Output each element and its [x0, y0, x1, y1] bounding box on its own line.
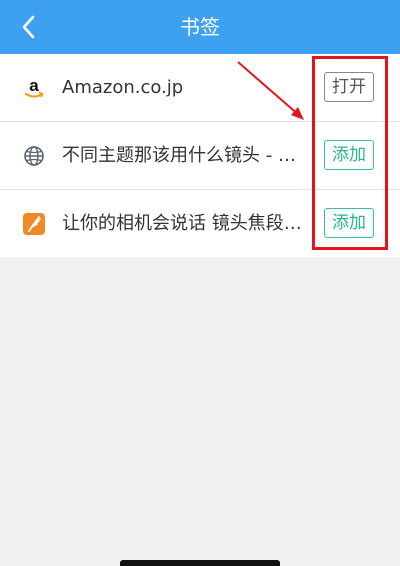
page-title: 书签: [180, 15, 220, 39]
bookmark-title: Amazon.co.jp: [62, 77, 184, 98]
bookmark-title: 让你的相机会说话 镜头焦段的…: [62, 213, 310, 234]
amazon-logo-icon: a: [25, 76, 44, 98]
header-bar: 书签: [0, 0, 400, 54]
annotation-highlight-box: [312, 56, 388, 250]
orange-feather-app-icon: [23, 213, 45, 235]
svg-text:a: a: [29, 76, 39, 95]
bookmark-title: 不同主题那该用什么镜头 - 手…: [62, 145, 310, 166]
home-indicator: [120, 560, 280, 566]
globe-icon: [24, 146, 44, 166]
